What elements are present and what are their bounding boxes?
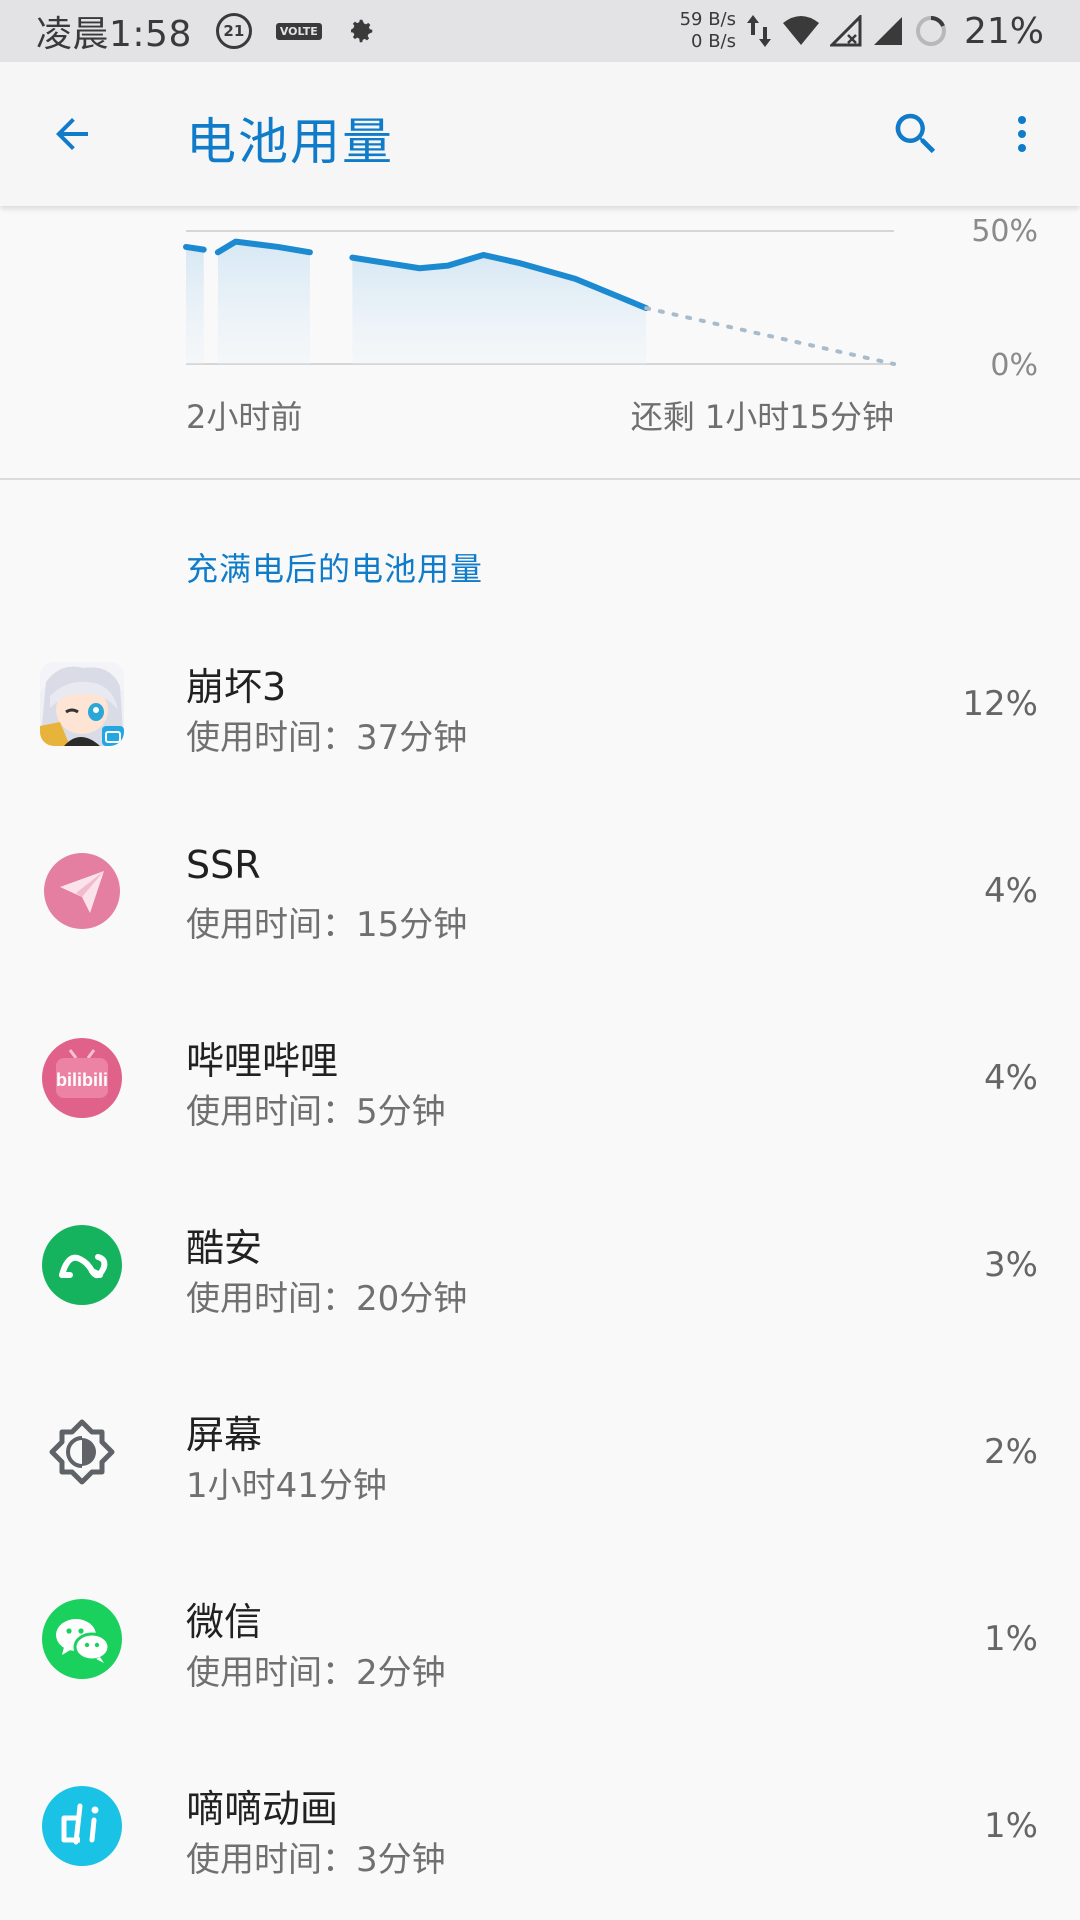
usage-time: 使用时间：5分钟 <box>186 1092 446 1132</box>
signal-no-service-icon <box>829 15 862 47</box>
honkai-icon <box>40 662 124 746</box>
usage-percent: 1% <box>984 1619 1038 1659</box>
list-item-coolapk[interactable]: 酷安 使用时间：20分钟 3% <box>0 1191 1080 1378</box>
network-speed: 59 B/s 0 B/s <box>680 9 736 53</box>
more-vert-icon <box>1018 116 1026 152</box>
chart-y-top-label: 50% <box>971 214 1038 249</box>
app-name: 嘀嘀动画 <box>186 1787 339 1831</box>
list-item-wechat[interactable]: 微信 使用时间：2分钟 1% <box>0 1565 1080 1752</box>
chart-y-bottom-label: 0% <box>990 348 1038 383</box>
app-usage-list: 崩坏3 使用时间：37分钟 12% SSR 使用时间：15分钟 4% bilib… <box>0 630 1080 1920</box>
usage-percent: 2% <box>984 1432 1038 1472</box>
usage-time: 使用时间：20分钟 <box>186 1279 468 1319</box>
ssr-icon <box>40 849 124 933</box>
wifi-icon <box>782 15 820 47</box>
section-header: 充满电后的电池用量 <box>186 550 484 588</box>
chart-x-right-label: 还剩 1小时15分钟 <box>630 398 894 436</box>
status-time: 凌晨1:58 <box>36 14 192 55</box>
more-options-button[interactable] <box>986 98 1058 170</box>
battery-icon <box>914 14 948 48</box>
search-icon <box>895 113 936 154</box>
volte-icon: VOLTE <box>275 22 322 40</box>
list-item-didi-anime[interactable]: 嘀嘀动画 使用时间：3分钟 1% <box>0 1752 1080 1920</box>
usage-time: 使用时间：15分钟 <box>186 905 468 945</box>
app-name: 微信 <box>186 1600 263 1644</box>
search-button[interactable] <box>880 98 952 170</box>
divider <box>0 478 1080 480</box>
chart-series-projection <box>644 306 896 366</box>
chart-area-segment-1 <box>217 241 310 364</box>
app-name: SSR <box>186 843 261 887</box>
signal-icon <box>872 15 904 47</box>
usage-percent: 1% <box>984 1806 1038 1846</box>
didi-anime-icon <box>40 1784 124 1868</box>
settings-gear-icon <box>346 16 376 46</box>
usage-time: 使用时间：3分钟 <box>186 1840 446 1880</box>
app-bar: 电池用量 <box>0 62 1080 206</box>
arrow-back-icon <box>56 118 88 150</box>
usage-percent: 4% <box>984 871 1038 911</box>
bilibili-icon: bilibili <box>40 1036 124 1120</box>
app-name: 酷安 <box>186 1226 263 1270</box>
app-name: 屏幕 <box>186 1413 263 1457</box>
data-transfer-icon <box>746 13 772 49</box>
back-button[interactable] <box>36 98 108 170</box>
net-up-speed: 59 B/s <box>679 9 736 30</box>
chart-x-left-label: 2小时前 <box>186 398 303 436</box>
battery-percent: 21% <box>963 10 1044 52</box>
usage-time: 1小时41分钟 <box>186 1466 387 1506</box>
list-item-screen[interactable]: 屏幕 1小时41分钟 2% <box>0 1378 1080 1565</box>
chart-area-segment-2 <box>352 254 647 364</box>
brightness-icon <box>40 1410 124 1494</box>
list-item-bilibili[interactable]: bilibili 哔哩哔哩 使用时间：5分钟 4% <box>0 1004 1080 1191</box>
usage-percent: 3% <box>984 1245 1038 1285</box>
usage-percent: 12% <box>962 684 1038 724</box>
usage-time: 使用时间：37分钟 <box>186 718 468 758</box>
usage-time: 使用时间：2分钟 <box>186 1653 446 1693</box>
app-name: 哔哩哔哩 <box>186 1039 339 1083</box>
page-title: 电池用量 <box>186 113 394 171</box>
svg-text:bilibili: bilibili <box>56 1070 108 1090</box>
app-name: 崩坏3 <box>186 665 287 709</box>
list-item-ssr[interactable]: SSR 使用时间：15分钟 4% <box>0 817 1080 1004</box>
wechat-icon <box>40 1597 124 1681</box>
battery-chart-svg <box>183 230 896 366</box>
list-item-honkai[interactable]: 崩坏3 使用时间：37分钟 12% <box>0 630 1080 817</box>
status-bar: 凌晨1:58 21 VOLTE 59 B/s 0 B/s 21% <box>0 0 1080 62</box>
chart-area-segment-0 <box>186 246 204 364</box>
usage-percent: 4% <box>984 1058 1038 1098</box>
net-down-speed: 0 B/s <box>691 31 736 52</box>
coolapk-icon <box>40 1223 124 1307</box>
battery-chart: 50% 0% 2小时前 还剩 1小时15分钟 <box>0 206 1080 480</box>
notification-count-icon: 21 <box>215 13 252 49</box>
chart-series-line-segment-0 <box>183 243 207 253</box>
